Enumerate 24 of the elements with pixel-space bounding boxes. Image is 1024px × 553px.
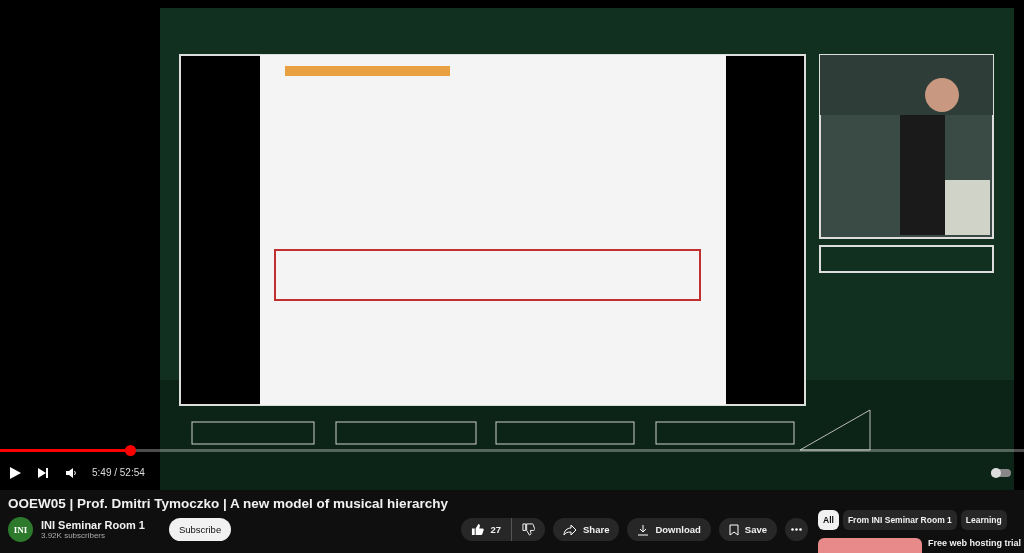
download-icon bbox=[637, 523, 650, 536]
thumbs-up-icon bbox=[471, 523, 485, 536]
bookmark-icon bbox=[728, 523, 739, 536]
channel-avatar[interactable]: INI bbox=[8, 517, 33, 542]
next-icon[interactable] bbox=[36, 465, 50, 480]
share-button[interactable]: Share bbox=[553, 518, 620, 541]
filter-chip[interactable]: From INI Seminar Room 1 bbox=[842, 510, 957, 530]
share-arrow-icon bbox=[563, 523, 577, 536]
ad-title[interactable]: Free web hosting trial bbox=[928, 538, 1021, 553]
thumbs-down-icon bbox=[522, 523, 535, 536]
time-display: 5:49 / 52:54 bbox=[92, 467, 145, 478]
more-dots-icon bbox=[791, 528, 802, 531]
volume-icon[interactable] bbox=[64, 465, 78, 480]
download-button[interactable]: Download bbox=[627, 518, 711, 541]
filter-chip[interactable]: All bbox=[818, 510, 839, 530]
save-button[interactable]: Save bbox=[718, 518, 777, 541]
video-title: OOEW05 | Prof. Dmitri Tymoczko | A new model of musical hierarchy bbox=[8, 496, 449, 511]
more-button[interactable] bbox=[785, 518, 808, 541]
toggle-icon[interactable] bbox=[990, 466, 1012, 479]
subscriber-count: 3.92K subscribers bbox=[41, 531, 107, 540]
channel-name[interactable]: INI Seminar Room 1 bbox=[41, 519, 145, 531]
filter-chip[interactable]: Learning bbox=[960, 510, 1007, 530]
subscribe-button[interactable]: Subscribe bbox=[168, 518, 232, 541]
play-icon[interactable] bbox=[8, 465, 22, 480]
